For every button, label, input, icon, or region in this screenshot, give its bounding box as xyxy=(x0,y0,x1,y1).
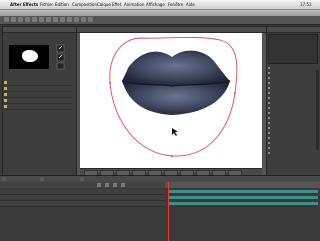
footage-icon xyxy=(4,92,7,96)
disclosure-triangle-icon xyxy=(268,107,270,109)
effects-category[interactable] xyxy=(268,151,316,156)
disclosure-triangle-icon xyxy=(268,102,270,104)
menu-edition[interactable]: Edition xyxy=(55,2,69,7)
footage-icon xyxy=(4,80,7,84)
disclosure-triangle-icon xyxy=(268,147,270,149)
disclosure-triangle-icon xyxy=(268,112,270,114)
playhead[interactable] xyxy=(168,182,169,241)
disclosure-triangle-icon xyxy=(268,87,270,89)
disclosure-triangle-icon xyxy=(268,152,270,154)
menu-fenetre[interactable]: Fenêtre xyxy=(168,2,183,7)
layer-duration-bar[interactable] xyxy=(168,202,318,205)
timeline-tab[interactable] xyxy=(2,177,6,181)
tools-toolbar xyxy=(0,16,320,25)
menu-bar: After Effects Fichier Edition Compositio… xyxy=(0,0,320,10)
disclosure-triangle-icon xyxy=(268,72,270,74)
mask-vertex xyxy=(109,82,111,84)
matte-preview-shape xyxy=(22,50,38,62)
menu-effet[interactable]: Effet xyxy=(112,2,121,7)
menu-fichier[interactable]: Fichier xyxy=(40,2,53,7)
puppet-tool-icon[interactable] xyxy=(88,17,93,22)
disclosure-triangle-icon xyxy=(268,142,270,144)
stamp-tool-icon[interactable] xyxy=(74,17,79,22)
zoom-tool-icon[interactable] xyxy=(18,17,23,22)
brush-tool-icon[interactable] xyxy=(67,17,72,22)
footage-icon xyxy=(4,98,7,102)
effects-panel-tab[interactable] xyxy=(267,27,320,33)
disclosure-triangle-icon xyxy=(268,97,270,99)
pen-tool-icon[interactable] xyxy=(53,17,58,22)
menu-app[interactable]: After Effects xyxy=(10,2,38,7)
menu-aide[interactable]: Aide xyxy=(186,2,195,7)
camera-tool-icon[interactable] xyxy=(32,17,37,22)
hand-tool-icon[interactable] xyxy=(11,17,16,22)
mouse-cursor-icon xyxy=(172,128,178,136)
composition-artwork xyxy=(109,36,238,157)
disclosure-triangle-icon xyxy=(268,122,270,124)
menu-calque[interactable]: Calque xyxy=(97,2,111,7)
upper-lip xyxy=(122,50,230,85)
menu-clock: 17:53 xyxy=(300,2,312,7)
pan-behind-tool-icon[interactable] xyxy=(39,17,44,22)
text-tool-icon[interactable] xyxy=(60,17,65,22)
selection-tool-icon[interactable] xyxy=(4,17,9,22)
project-thumbnail xyxy=(9,45,49,69)
timeline-tab[interactable] xyxy=(40,177,44,181)
composition-canvas[interactable] xyxy=(80,33,262,168)
composition-icon xyxy=(4,104,7,108)
disclosure-triangle-icon xyxy=(268,137,270,139)
disclosure-triangle-icon xyxy=(268,82,270,84)
disclosure-triangle-icon xyxy=(268,127,270,129)
time-ruler[interactable] xyxy=(165,182,320,188)
eraser-tool-icon[interactable] xyxy=(81,17,86,22)
disclosure-triangle-icon xyxy=(268,117,270,119)
info-panel xyxy=(268,34,318,64)
disclosure-triangle-icon xyxy=(268,92,270,94)
project-panel-tab[interactable] xyxy=(3,27,76,33)
menu-animation[interactable]: Animation xyxy=(124,2,144,7)
mask-vertex xyxy=(171,155,173,157)
rotate-tool-icon[interactable] xyxy=(25,17,30,22)
project-side-icons xyxy=(56,44,65,70)
timeline-tab[interactable] xyxy=(80,177,84,181)
effects-scrollbar[interactable] xyxy=(316,70,319,150)
project-item[interactable] xyxy=(4,104,72,110)
menu-composition[interactable]: Composition xyxy=(72,2,97,7)
disclosure-triangle-icon xyxy=(268,132,270,134)
mask-tool-icon[interactable] xyxy=(46,17,51,22)
disclosure-triangle-icon xyxy=(268,77,270,79)
timeline-panel xyxy=(0,175,320,241)
footage-icon xyxy=(4,86,7,90)
timeline-switch-icons xyxy=(97,183,125,187)
timeline-layer[interactable] xyxy=(0,201,165,207)
layer-duration-bar[interactable] xyxy=(168,196,318,199)
mask-vertex xyxy=(234,92,236,94)
disclosure-triangle-icon xyxy=(268,67,270,69)
menu-affichage[interactable]: Affichage xyxy=(146,2,165,7)
layer-duration-bar[interactable] xyxy=(168,190,318,193)
